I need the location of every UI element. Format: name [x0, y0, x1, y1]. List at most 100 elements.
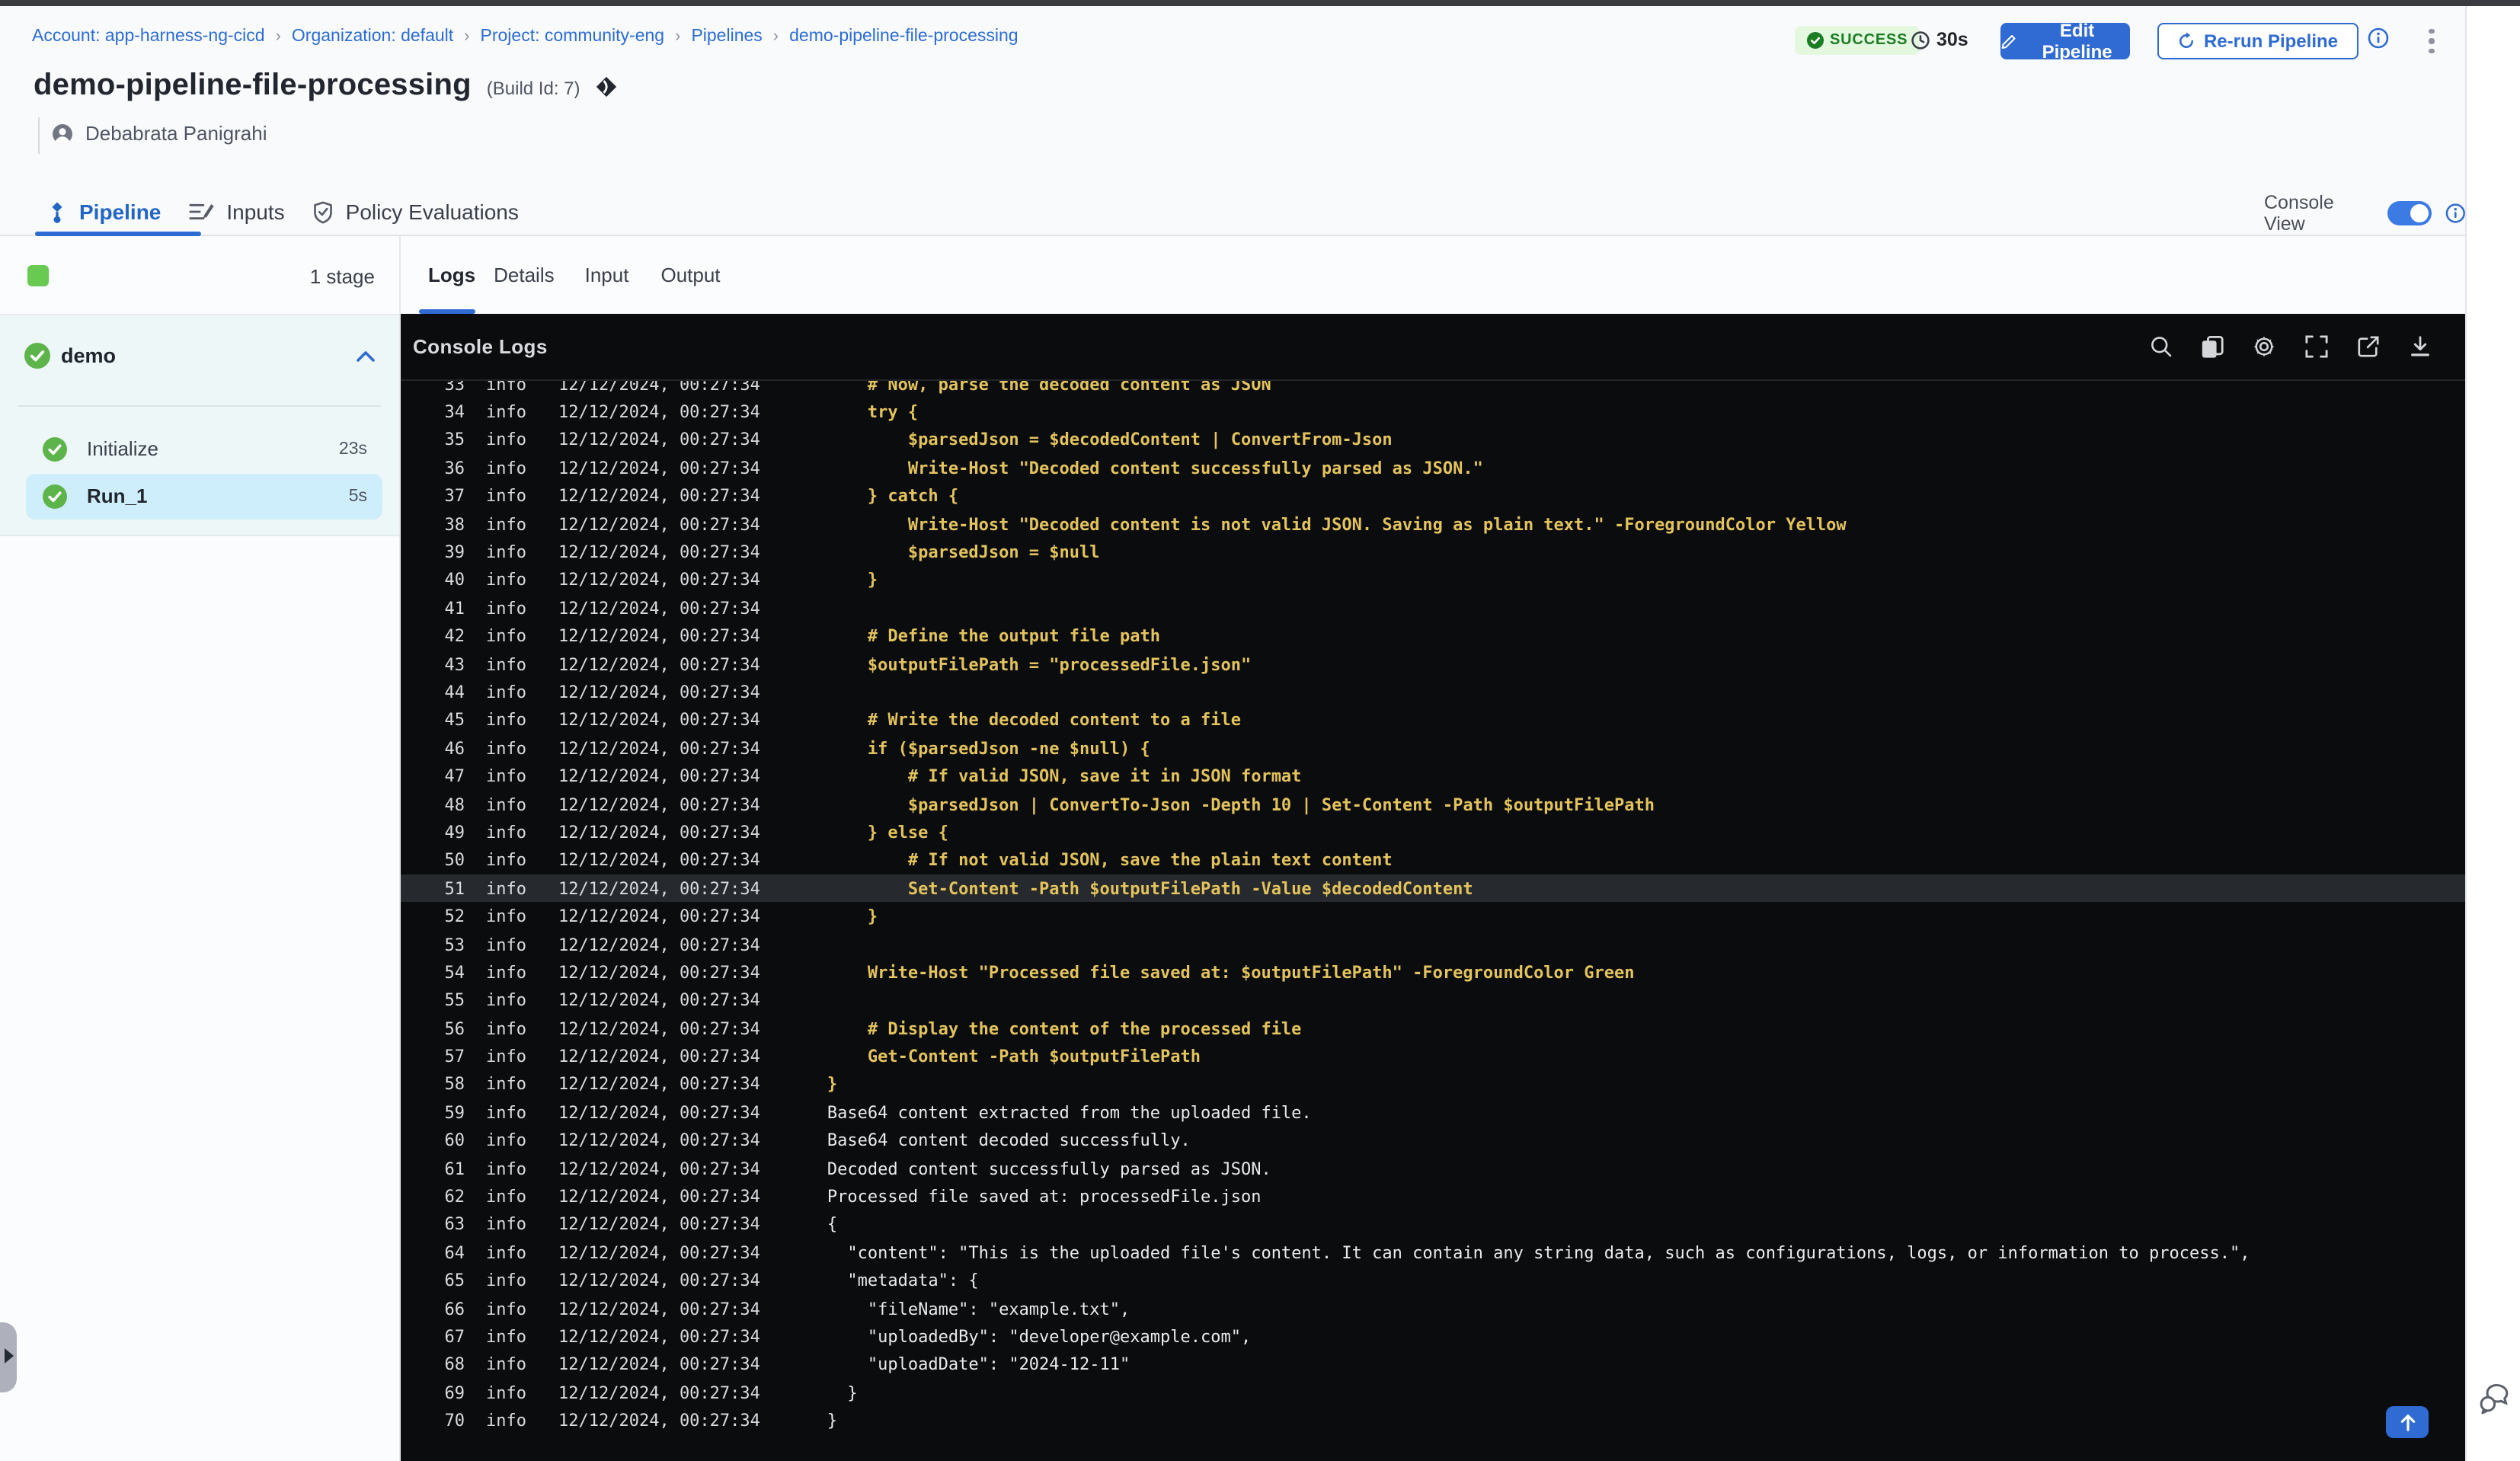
log-line-number: 43: [444, 654, 465, 675]
clock-icon: [1911, 30, 1930, 49]
log-level: info: [486, 430, 526, 450]
copy-icon[interactable]: [2200, 334, 2224, 359]
log-level: info: [486, 1326, 526, 1347]
tab-inputs[interactable]: Inputs: [188, 200, 285, 224]
log-level: info: [486, 990, 526, 1011]
log-line: 61 info 12/12/2024, 00:27:34 Decoded con…: [401, 1155, 2465, 1183]
log-viewport[interactable]: 33 info 12/12/2024, 00:27:34 # Now, pars…: [401, 381, 2465, 1461]
download-icon[interactable]: [2407, 334, 2432, 359]
settings-icon[interactable]: [2252, 334, 2276, 359]
log-timestamp: 12/12/2024, 00:27:34: [558, 1326, 760, 1347]
breadcrumb-pipeline-name[interactable]: demo-pipeline-file-processing: [789, 27, 1018, 46]
log-level: info: [486, 935, 526, 954]
breadcrumb-project[interactable]: Project: community-eng: [481, 27, 665, 46]
log-line: 50 info 12/12/2024, 00:27:34 # If not va…: [401, 846, 2465, 874]
rerun-pipeline-button[interactable]: Re-run Pipeline: [2157, 23, 2359, 59]
stage-row-demo[interactable]: demo: [0, 337, 399, 379]
log-level: info: [486, 1018, 526, 1039]
log-level: info: [486, 878, 526, 899]
log-line: 48 info 12/12/2024, 00:27:34 $parsedJson…: [401, 791, 2465, 819]
log-level: info: [486, 822, 526, 842]
scroll-to-top-button[interactable]: [2386, 1406, 2429, 1438]
log-line-number: 35: [444, 430, 465, 450]
breadcrumb-organization[interactable]: Organization: default: [292, 27, 453, 46]
console-view-info-icon[interactable]: [2445, 202, 2465, 223]
log-timestamp: 12/12/2024, 00:27:34: [558, 1354, 760, 1375]
step-row-run-1[interactable]: Run_1 5s: [26, 474, 382, 520]
log-line-number: 50: [444, 850, 465, 871]
log-timestamp: 12/12/2024, 00:27:34: [558, 794, 760, 815]
log-line: 70 info 12/12/2024, 00:27:34 }: [401, 1407, 2465, 1435]
log-line: 66 info 12/12/2024, 00:27:34 "fileName":…: [401, 1295, 2465, 1323]
log-line: 40 info 12/12/2024, 00:27:34 }: [401, 566, 2465, 594]
page-title: demo-pipeline-file-processing: [34, 69, 472, 102]
toggle-knob: [2410, 203, 2429, 222]
log-timestamp: 12/12/2024, 00:27:34: [558, 766, 760, 787]
step-duration: 23s: [338, 440, 367, 459]
log-level: info: [486, 962, 526, 983]
log-message: Base64 content decoded successfully.: [827, 1130, 1191, 1151]
stage-name: demo: [61, 344, 117, 367]
step-row-initialize[interactable]: Initialize 23s: [26, 427, 382, 472]
tab-input[interactable]: Input: [585, 264, 629, 286]
log-level: info: [486, 626, 526, 647]
log-level: info: [486, 710, 526, 730]
log-line: 44 info 12/12/2024, 00:27:34: [401, 679, 2465, 707]
app-window: Account: app-harness-ng-cicd › Organizat…: [0, 0, 2520, 1461]
breadcrumb-account[interactable]: Account: app-harness-ng-cicd: [32, 27, 265, 46]
execution-sidebar: 1 stage demo Initialize 23s Run_1 5s: [0, 236, 401, 1461]
log-timestamp: 12/12/2024, 00:27:34: [558, 710, 760, 730]
log-timestamp: 12/12/2024, 00:27:34: [558, 878, 760, 899]
rerun-pipeline-label: Re-run Pipeline: [2203, 30, 2338, 52]
triangle-right-icon: [5, 1348, 14, 1363]
log-timestamp: 12/12/2024, 00:27:34: [558, 598, 760, 619]
log-level: info: [486, 458, 526, 478]
info-icon[interactable]: [2368, 27, 2389, 49]
log-level: info: [486, 1047, 526, 1067]
log-line-number: 37: [444, 486, 465, 507]
fullscreen-icon[interactable]: [2304, 334, 2328, 359]
tab-details[interactable]: Details: [494, 264, 555, 286]
log-message: }: [827, 906, 878, 927]
tab-policy-evaluations[interactable]: Policy Evaluations: [312, 200, 519, 224]
log-line: 65 info 12/12/2024, 00:27:34 "metadata":…: [401, 1267, 2465, 1295]
log-message: Set-Content -Path $outputFilePath -Value…: [827, 878, 1473, 899]
main-tabbar: Pipeline Inputs Policy Evaluations Conso…: [0, 189, 2465, 236]
log-message: # Define the output file path: [827, 626, 1160, 647]
step-duration: 5s: [348, 488, 367, 506]
log-line-number: 38: [444, 514, 465, 535]
tab-logs[interactable]: Logs: [428, 264, 475, 286]
log-line: 34 info 12/12/2024, 00:27:34 try {: [401, 398, 2465, 427]
divider: [18, 405, 381, 407]
status-badge-label: SUCCESS: [1830, 32, 1908, 49]
log-line: 67 info 12/12/2024, 00:27:34 "uploadedBy…: [401, 1323, 2465, 1351]
search-icon[interactable]: [2148, 334, 2173, 359]
support-chat-icon[interactable]: [2477, 1383, 2512, 1415]
browser-top-strip: [0, 0, 2520, 6]
log-line-number: 69: [444, 1383, 465, 1403]
log-level: info: [486, 570, 526, 590]
log-message: Write-Host "Decoded content successfully…: [827, 458, 1483, 478]
tab-output[interactable]: Output: [660, 264, 720, 286]
log-line: 55 info 12/12/2024, 00:27:34: [401, 986, 2465, 1015]
chevron-up-icon[interactable]: [357, 350, 375, 363]
more-options-menu-icon[interactable]: [2421, 21, 2442, 61]
duration-indicator: 30s: [1911, 29, 1968, 50]
log-line-number: 55: [444, 990, 465, 1011]
log-level: info: [486, 906, 526, 927]
log-line-number: 52: [444, 906, 465, 927]
log-timestamp: 12/12/2024, 00:27:34: [558, 514, 760, 535]
breadcrumb-pipelines[interactable]: Pipelines: [691, 27, 762, 46]
step-success-icon: [43, 437, 67, 462]
log-line: 63 info 12/12/2024, 00:27:34 {: [401, 1210, 2465, 1239]
tab-pipeline[interactable]: Pipeline: [47, 200, 161, 224]
log-line-number: 62: [444, 1187, 465, 1207]
log-line: 52 info 12/12/2024, 00:27:34 }: [401, 903, 2465, 931]
breadcrumb-separator: ›: [675, 27, 681, 46]
expand-panel-handle[interactable]: [0, 1322, 17, 1392]
edit-pipeline-button[interactable]: Edit Pipeline: [2000, 20, 2130, 62]
log-timestamp: 12/12/2024, 00:27:34: [558, 381, 760, 395]
log-timestamp: 12/12/2024, 00:27:34: [558, 430, 760, 450]
open-in-new-icon[interactable]: [2355, 334, 2380, 359]
console-view-toggle[interactable]: [2387, 200, 2432, 225]
